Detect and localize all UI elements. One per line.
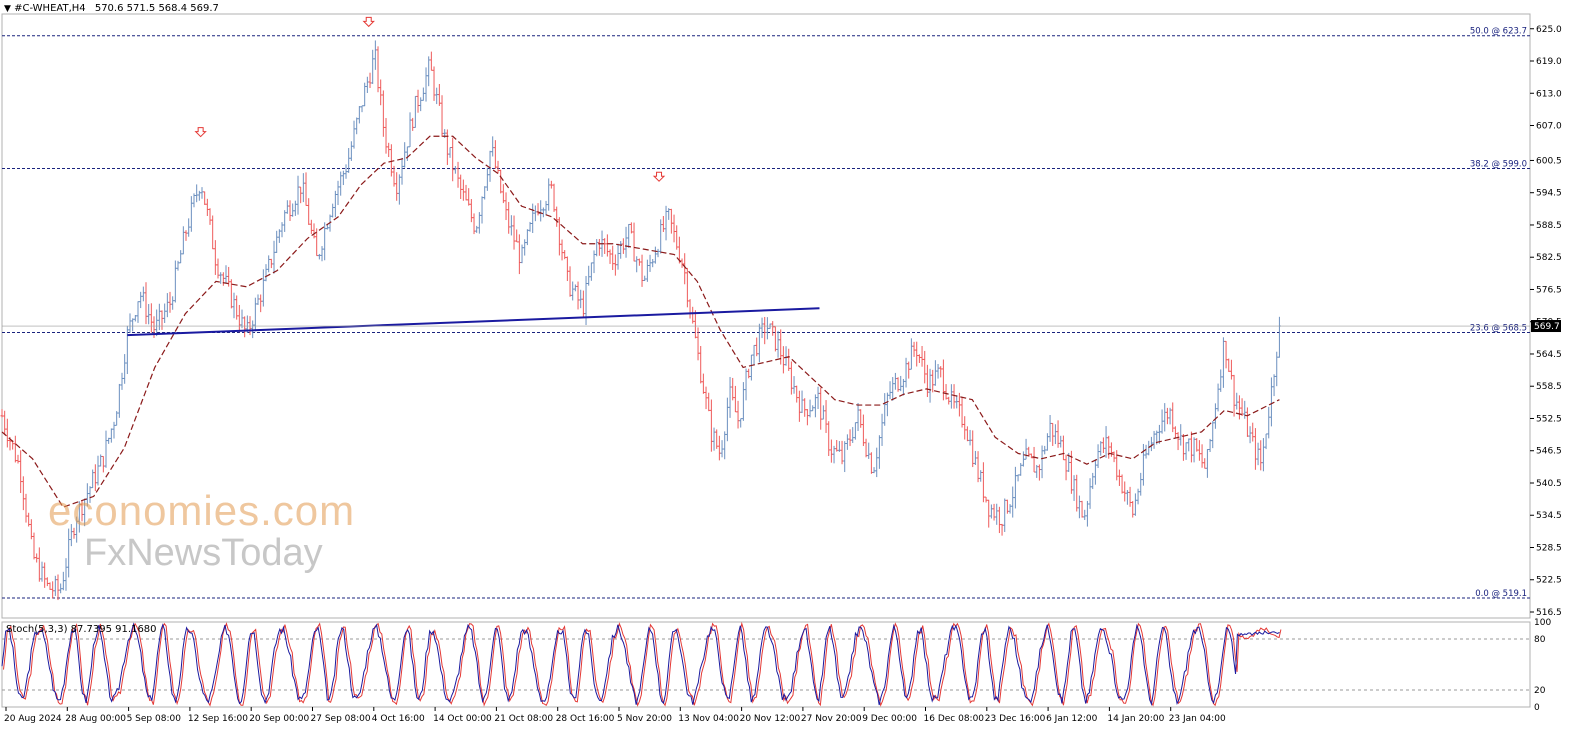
- price-tick-label: 534.5: [1536, 511, 1562, 521]
- price-tick-label: 522.5: [1536, 576, 1562, 586]
- time-tick-label: 20 Nov 12:00: [740, 714, 801, 724]
- time-tick-label: 23 Dec 16:00: [985, 714, 1046, 724]
- time-tick-label: 23 Jan 04:00: [1169, 714, 1226, 724]
- time-tick-label: 20 Aug 2024: [4, 714, 62, 724]
- time-tick-label: 9 Dec 00:00: [862, 714, 917, 724]
- price-tick-label: 607.0: [1536, 122, 1562, 132]
- stoch-axis-label: 20: [1534, 686, 1546, 696]
- price-tick-label: 528.5: [1536, 543, 1562, 553]
- support-trendline[interactable]: [127, 307, 820, 337]
- price-tick-label: 552.5: [1536, 414, 1562, 424]
- time-tick-label: 13 Nov 04:00: [678, 714, 739, 724]
- time-tick-label: 28 Oct 16:00: [556, 714, 615, 724]
- price-tick-label: 625.0: [1536, 25, 1562, 35]
- chart-header: ▼ #C-WHEAT,H4 570.6 571.5 568.4 569.7: [4, 3, 219, 14]
- time-tick-label: 4 Oct 16:00: [372, 714, 425, 724]
- price-tick-label: 540.5: [1536, 479, 1562, 489]
- price-tick-label: 558.5: [1536, 382, 1562, 392]
- down-arrow-icon: [194, 127, 207, 138]
- price-tick-label: 564.5: [1536, 350, 1562, 360]
- price-tick-label: 594.5: [1536, 189, 1562, 199]
- time-tick-label: 6 Jan 12:00: [1046, 714, 1098, 724]
- time-tick-label: 21 Oct 08:00: [494, 714, 553, 724]
- price-tick-label: 588.5: [1536, 221, 1562, 231]
- stoch-main-line: [1, 622, 1280, 706]
- symbol-label: #C-WHEAT,H4: [14, 3, 86, 14]
- price-tick-label: 546.5: [1536, 447, 1562, 457]
- price-chart[interactable]: 625.0 619.0 613.0 607.0 600.5 594.5 588.5 582.5…: [0, 0, 1596, 743]
- down-arrow-icon: [362, 16, 375, 28]
- fib-level-label: 0.0 @ 519.1: [1475, 589, 1527, 599]
- stoch-axis-label: 100: [1534, 618, 1551, 628]
- price-tick-label: 516.5: [1536, 608, 1562, 618]
- fib-level-label: 50.0 @ 623.7: [1470, 27, 1527, 37]
- time-tick-label: 5 Sep 08:00: [127, 714, 182, 724]
- price-tick-label: 576.5: [1536, 285, 1562, 295]
- time-tick-label: 14 Oct 00:00: [433, 714, 492, 724]
- stoch-label: Stoch(5,3,3) 87.7395 91.1680: [6, 624, 157, 635]
- time-tick-label: 27 Nov 20:00: [801, 714, 862, 724]
- fib-level-label: 23.6 @ 568.5: [1470, 323, 1527, 333]
- price-pane-frame: [1, 13, 1531, 619]
- down-arrow-icon: [652, 171, 666, 182]
- stoch-axis-label: 80: [1534, 635, 1546, 645]
- last-price-label: 569.7: [1534, 322, 1560, 332]
- time-tick-label: 16 Dec 08:00: [924, 714, 985, 724]
- time-tick-label: 12 Sep 16:00: [188, 714, 248, 724]
- price-tick-label: 600.5: [1536, 156, 1562, 166]
- time-tick-label: 14 Jan 20:00: [1107, 714, 1164, 724]
- time-tick-label: 20 Sep 00:00: [249, 714, 309, 724]
- symbol-dropdown-icon[interactable]: ▼: [4, 4, 11, 14]
- price-tick-label: 582.5: [1536, 253, 1562, 263]
- moving-average-line: [1, 135, 1280, 508]
- price-tick-label: 613.0: [1536, 89, 1562, 99]
- price-tick-label: 619.0: [1536, 57, 1562, 67]
- ohlc-readout: 570.6 571.5 568.4 569.7: [94, 3, 219, 14]
- stoch-axis-label: 0: [1534, 703, 1540, 713]
- time-tick-label: 5 Nov 20:00: [617, 714, 672, 724]
- chart-root: 625.0 619.0 613.0 607.0 600.5 594.5 588.5 582.5…: [0, 0, 1596, 743]
- fib-level-label: 38.2 @ 599.0: [1470, 160, 1527, 170]
- time-tick-label: 27 Sep 08:00: [311, 714, 371, 724]
- time-tick-label: 28 Aug 00:00: [65, 714, 126, 724]
